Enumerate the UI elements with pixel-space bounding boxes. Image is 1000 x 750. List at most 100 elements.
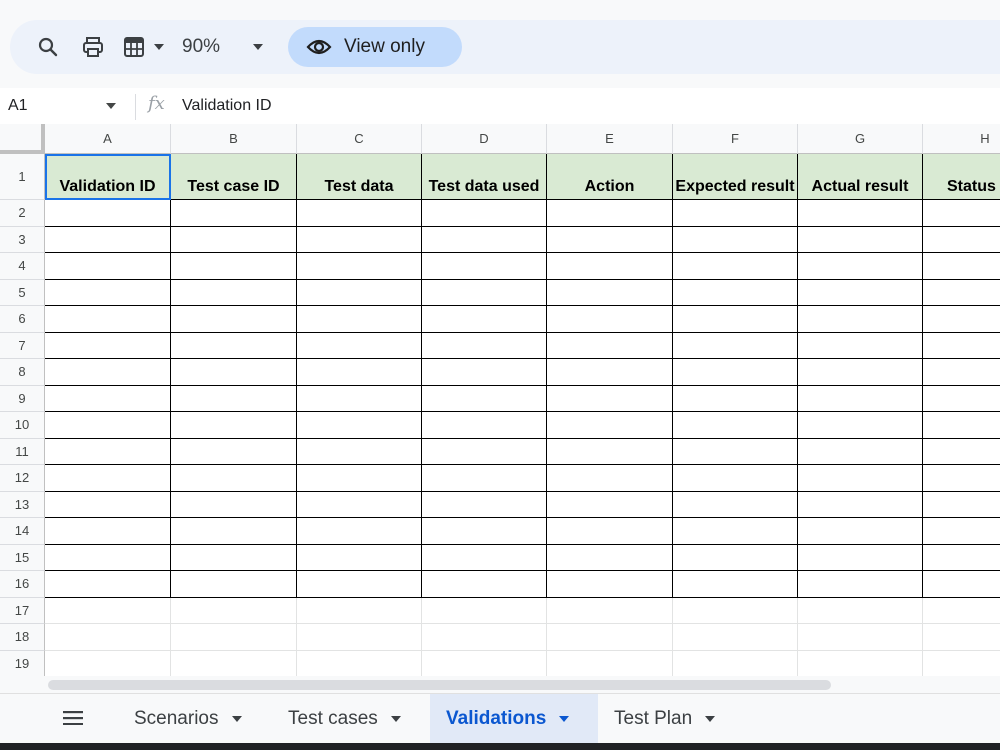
table-cell[interactable] [422, 253, 547, 280]
table-cell[interactable] [297, 279, 422, 306]
column-header[interactable]: H [923, 124, 1000, 154]
table-cell[interactable] [798, 226, 923, 253]
table-cell[interactable] [923, 412, 1000, 439]
table-cell[interactable] [45, 279, 171, 306]
row-header[interactable]: 6 [0, 306, 45, 333]
table-cell[interactable] [297, 359, 422, 386]
row-header[interactable]: 10 [0, 412, 45, 439]
empty-cell[interactable] [45, 650, 171, 676]
table-cell[interactable] [923, 518, 1000, 545]
table-cell[interactable] [45, 438, 171, 465]
table-cell[interactable] [798, 306, 923, 333]
table-cell[interactable] [923, 306, 1000, 333]
header-cell[interactable]: Validation ID [45, 154, 171, 200]
header-cell[interactable]: Status [923, 154, 1000, 200]
row-header[interactable]: 11 [0, 438, 45, 465]
empty-cell[interactable] [45, 624, 171, 651]
table-cell[interactable] [45, 226, 171, 253]
header-cell[interactable]: Action [547, 154, 673, 200]
table-cell[interactable] [923, 545, 1000, 571]
table-cell[interactable] [45, 491, 171, 518]
sheet-tab-menu-icon[interactable] [390, 714, 402, 724]
chevron-down-icon[interactable] [151, 34, 167, 60]
table-cell[interactable] [923, 359, 1000, 386]
table-cell[interactable] [422, 544, 547, 571]
table-cell[interactable] [923, 227, 1000, 253]
table-cell[interactable] [422, 438, 547, 465]
table-cell[interactable] [45, 200, 171, 227]
table-cell[interactable] [45, 544, 171, 571]
table-cell[interactable] [171, 306, 297, 333]
table-cell[interactable] [673, 279, 798, 306]
table-cell[interactable] [422, 226, 547, 253]
table-cell[interactable] [45, 253, 171, 280]
column-header[interactable]: F [673, 124, 798, 154]
row-header[interactable]: 8 [0, 359, 45, 386]
table-cell[interactable] [422, 385, 547, 412]
table-cell[interactable] [297, 412, 422, 439]
empty-cell[interactable] [297, 624, 422, 651]
table-cell[interactable] [297, 332, 422, 359]
table-cell[interactable] [673, 438, 798, 465]
table-cell[interactable] [923, 200, 1000, 227]
table-cell[interactable] [798, 332, 923, 359]
empty-cell[interactable] [923, 598, 1000, 624]
table-cell[interactable] [923, 492, 1000, 518]
row-header[interactable]: 7 [0, 332, 45, 359]
zoom-dropdown-icon[interactable] [250, 34, 266, 60]
table-cell[interactable] [297, 544, 422, 571]
table-cell[interactable] [171, 412, 297, 439]
table-cell[interactable] [673, 306, 798, 333]
table-cell[interactable] [297, 253, 422, 280]
table-cell[interactable] [923, 439, 1000, 465]
table-cell[interactable] [798, 518, 923, 545]
table-cell[interactable] [297, 200, 422, 227]
table-cell[interactable] [171, 359, 297, 386]
empty-cell[interactable] [547, 624, 673, 651]
sheet-tab-menu-icon[interactable] [558, 714, 570, 724]
empty-cell[interactable] [673, 624, 798, 651]
table-cell[interactable] [547, 412, 673, 439]
sheet-tab[interactable]: Validations [430, 694, 598, 744]
table-cell[interactable] [547, 332, 673, 359]
table-cell[interactable] [171, 279, 297, 306]
empty-cell[interactable] [422, 650, 547, 676]
table-cell[interactable] [673, 465, 798, 492]
table-cell[interactable] [547, 571, 673, 598]
table-cell[interactable] [297, 571, 422, 598]
table-cell[interactable] [171, 253, 297, 280]
table-cell[interactable] [45, 571, 171, 598]
column-header[interactable]: A [45, 124, 171, 154]
header-cell[interactable]: Expected result [673, 154, 798, 200]
row-header[interactable]: 9 [0, 385, 45, 412]
row-header[interactable]: 4 [0, 253, 45, 280]
table-cell[interactable] [923, 386, 1000, 412]
table-cell[interactable] [798, 465, 923, 492]
table-cell[interactable] [547, 253, 673, 280]
table-cell[interactable] [547, 385, 673, 412]
empty-cell[interactable] [45, 597, 171, 624]
table-cell[interactable] [798, 253, 923, 280]
print-icon[interactable] [80, 34, 106, 60]
table-cell[interactable] [297, 306, 422, 333]
table-cell[interactable] [422, 518, 547, 545]
table-cell[interactable] [547, 544, 673, 571]
empty-cell[interactable] [798, 597, 923, 624]
horizontal-scrollbar[interactable] [48, 680, 831, 690]
table-cell[interactable] [422, 465, 547, 492]
table-cell[interactable] [45, 359, 171, 386]
table-cell[interactable] [673, 226, 798, 253]
table-cell[interactable] [171, 571, 297, 598]
table-cell[interactable] [422, 359, 547, 386]
header-cell[interactable]: Test data [297, 154, 422, 200]
table-cell[interactable] [547, 226, 673, 253]
sheet-tab-menu-icon[interactable] [231, 714, 243, 724]
table-cell[interactable] [547, 279, 673, 306]
table-cell[interactable] [45, 465, 171, 492]
table-cell[interactable] [297, 226, 422, 253]
empty-cell[interactable] [923, 624, 1000, 651]
table-cell[interactable] [673, 359, 798, 386]
row-header[interactable]: 12 [0, 465, 45, 492]
table-cell[interactable] [297, 491, 422, 518]
search-icon[interactable] [35, 34, 61, 60]
